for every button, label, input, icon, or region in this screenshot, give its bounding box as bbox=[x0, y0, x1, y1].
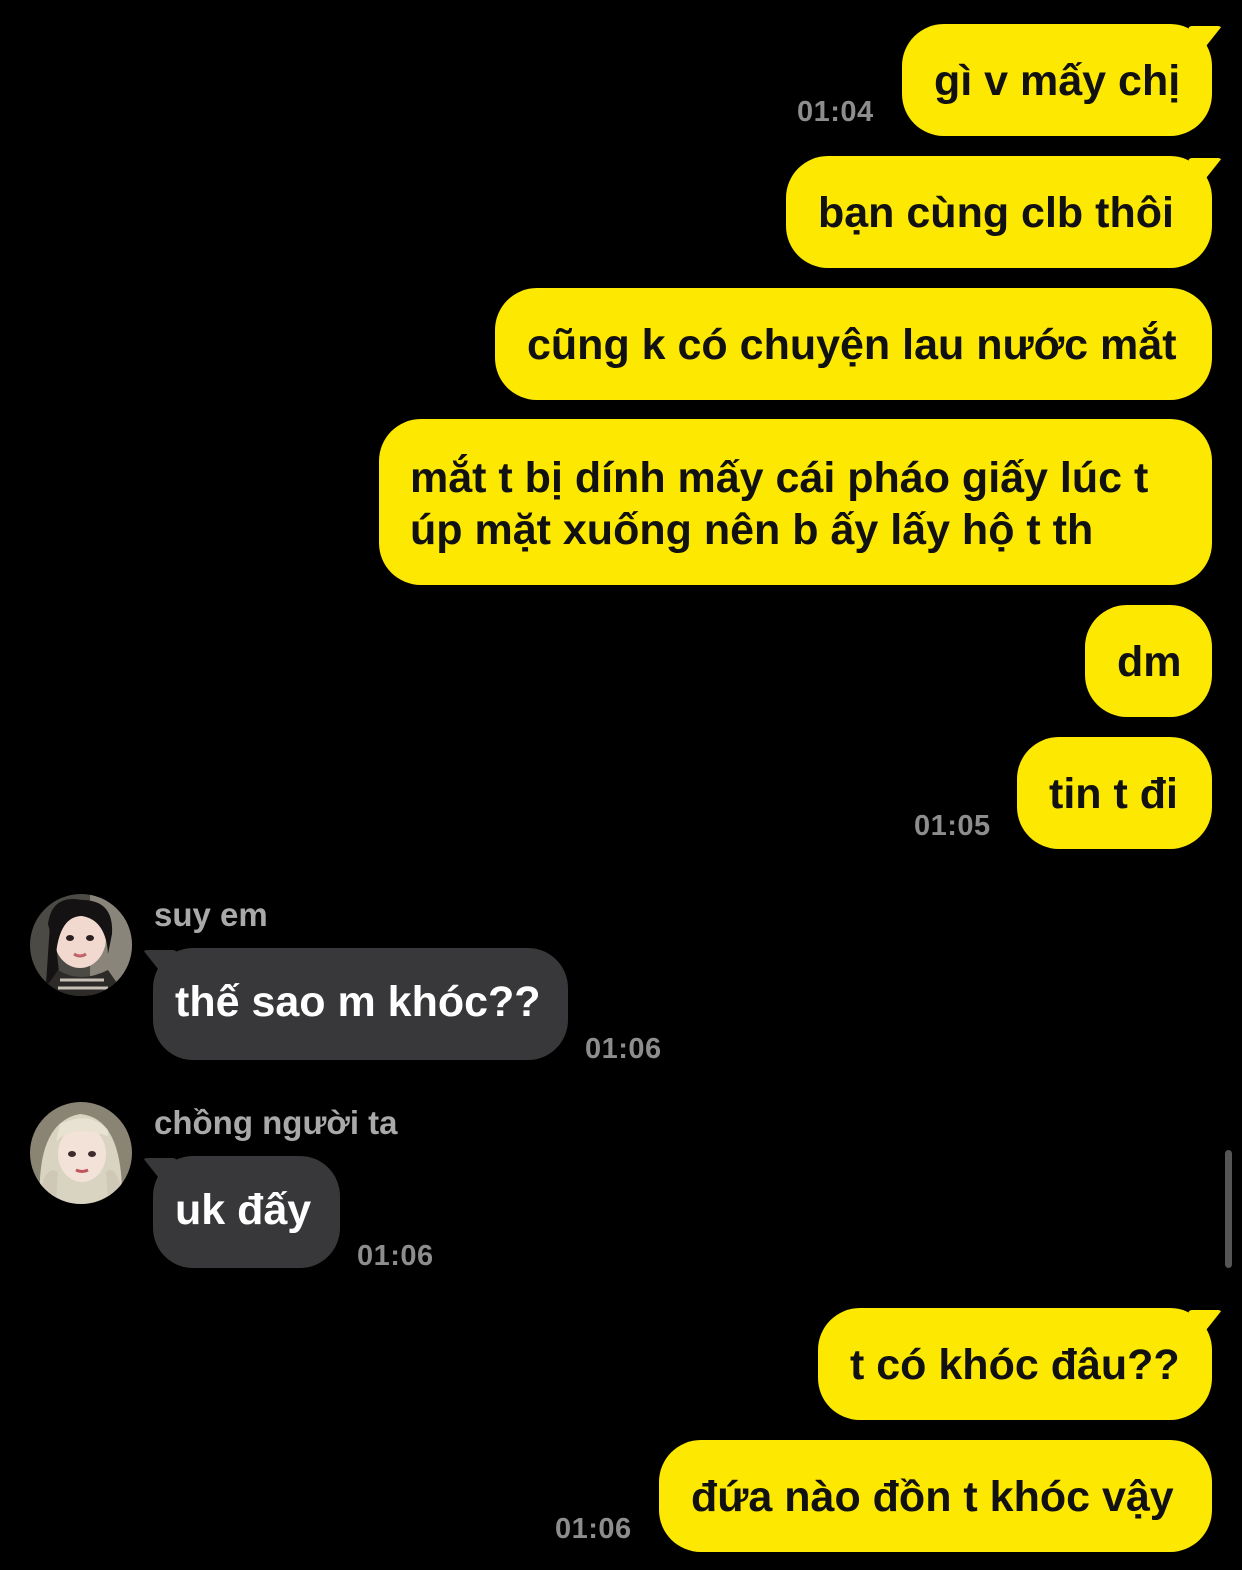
message-text: thế sao m khóc?? bbox=[175, 978, 541, 1026]
message-timestamp: 01:04 bbox=[797, 96, 874, 128]
message-text: t có khóc đâu?? bbox=[850, 1341, 1180, 1389]
message-text: bạn cùng clb thôi bbox=[818, 189, 1174, 237]
outgoing-message-bubble[interactable]: gì v mấy chị bbox=[902, 24, 1222, 136]
sender-name: chồng người ta bbox=[154, 1104, 398, 1141]
profile-photo-icon bbox=[30, 1102, 132, 1204]
scrollbar-thumb[interactable] bbox=[1225, 1150, 1232, 1268]
profile-photo-icon bbox=[30, 894, 132, 996]
outgoing-message-bubble[interactable]: mắt t bị dính mấy cái pháo giấy lúc t úp… bbox=[379, 419, 1212, 585]
message-timestamp: 01:05 bbox=[914, 810, 991, 842]
message-timestamp: 01:06 bbox=[357, 1240, 434, 1272]
message-timestamp: 01:06 bbox=[585, 1033, 662, 1065]
message-text: dm bbox=[1117, 638, 1182, 686]
message-text: gì v mấy chị bbox=[934, 57, 1181, 105]
message-text: uk đấy bbox=[175, 1186, 312, 1234]
message-timestamp: 01:06 bbox=[555, 1513, 632, 1545]
bubble-tail bbox=[143, 1158, 177, 1188]
bubble-tail bbox=[1188, 26, 1222, 56]
bubble-tail bbox=[143, 950, 177, 980]
sender-name: suy em bbox=[154, 896, 268, 933]
message-text: đứa nào đồn t khóc vậy bbox=[691, 1473, 1174, 1521]
message-text: cũng k có chuyện lau nước mắt bbox=[527, 321, 1177, 369]
avatar[interactable] bbox=[30, 894, 132, 996]
outgoing-message-bubble[interactable]: cũng k có chuyện lau nước mắt bbox=[495, 288, 1212, 400]
incoming-message-bubble[interactable]: uk đấy bbox=[143, 1156, 340, 1268]
outgoing-message-bubble[interactable]: đứa nào đồn t khóc vậy bbox=[659, 1440, 1212, 1552]
bubble-tail bbox=[1188, 1310, 1222, 1340]
incoming-message-bubble[interactable]: thế sao m khóc?? bbox=[143, 948, 568, 1060]
outgoing-message-bubble[interactable]: bạn cùng clb thôi bbox=[786, 156, 1222, 268]
bubble-tail bbox=[1188, 158, 1222, 188]
outgoing-message-bubble[interactable]: tin t đi bbox=[1017, 737, 1212, 849]
message-text: mắt t bị dính mấy cái pháo giấy lúc t úp… bbox=[410, 454, 1149, 554]
avatar[interactable] bbox=[30, 1102, 132, 1204]
outgoing-message-bubble[interactable]: t có khóc đâu?? bbox=[818, 1308, 1222, 1420]
outgoing-message-bubble[interactable]: dm bbox=[1085, 605, 1212, 717]
message-text: tin t đi bbox=[1049, 770, 1178, 818]
